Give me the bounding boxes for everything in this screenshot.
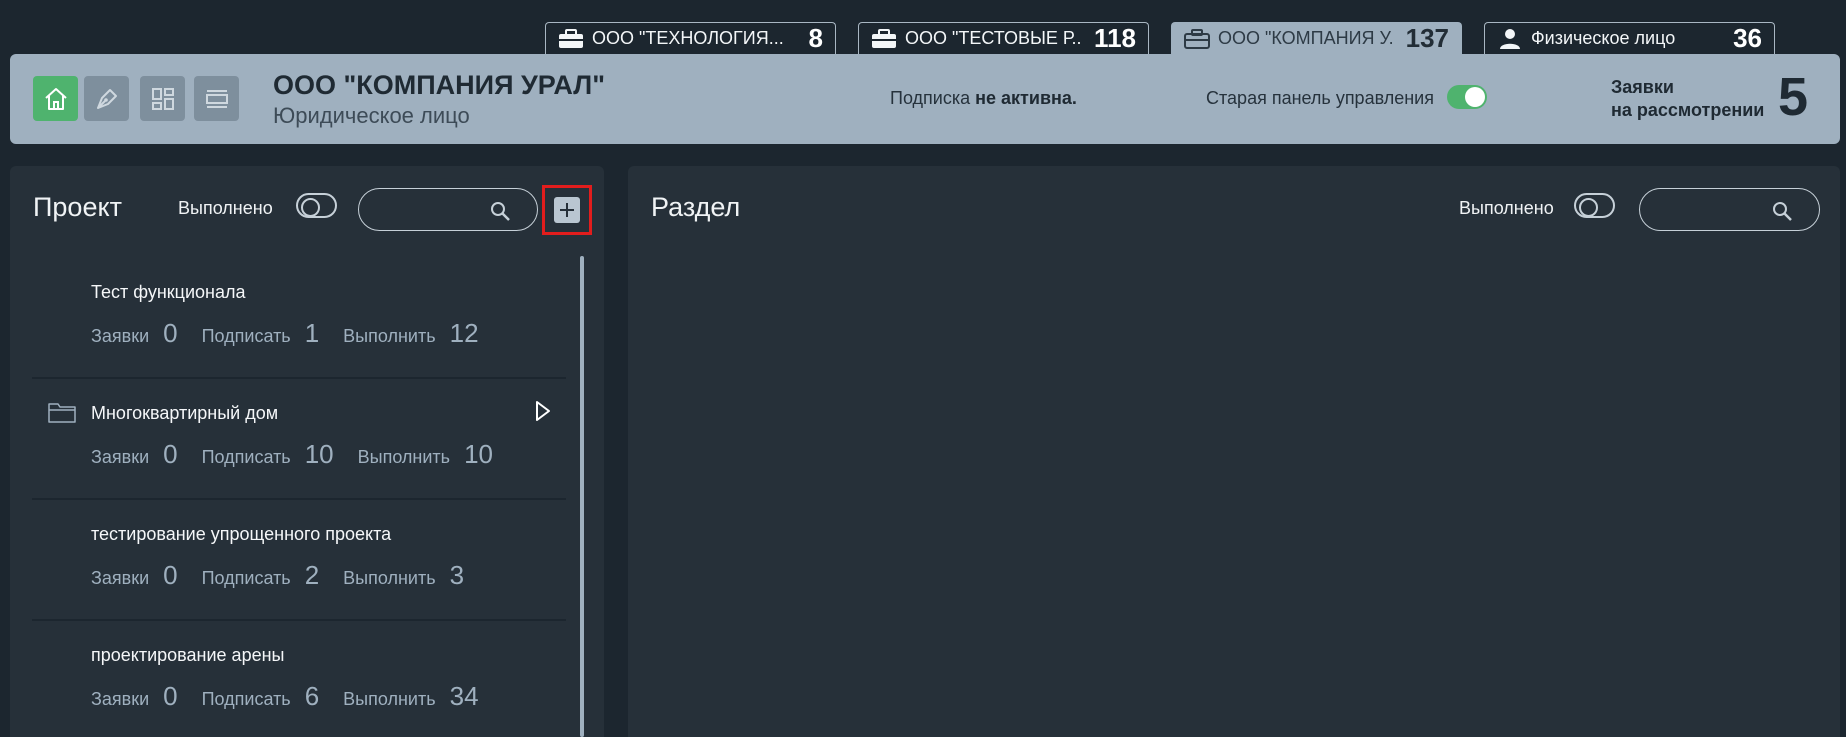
stat-label: Подписать bbox=[201, 326, 291, 346]
stat-label: Выполнить bbox=[343, 568, 436, 588]
stat-value: 10 bbox=[304, 439, 334, 469]
stat-label: Выполнить bbox=[343, 689, 436, 709]
stat-value: 0 bbox=[163, 439, 178, 469]
folder-icon bbox=[47, 400, 77, 429]
section-panel-title: Раздел bbox=[651, 192, 741, 222]
tab-account-1[interactable]: ООО "ТЕХНОЛОГИЯ... 8 bbox=[545, 22, 836, 54]
stat-value: 0 bbox=[163, 681, 178, 711]
subscription-label: Подписка bbox=[890, 88, 971, 108]
project-search-input[interactable] bbox=[358, 188, 538, 231]
project-list-scrollbar[interactable] bbox=[580, 256, 584, 737]
tab-count: 118 bbox=[1094, 23, 1136, 53]
stat-value: 3 bbox=[449, 560, 465, 590]
stat-label: Подписать bbox=[201, 689, 291, 709]
project-stats: Заявки 0 Подписать 2 Выполнить 3 bbox=[91, 560, 488, 592]
stat-label: Заявки bbox=[91, 447, 150, 467]
stat-value: 6 bbox=[304, 681, 320, 711]
stat-value: 0 bbox=[163, 560, 178, 590]
dashboard-icon bbox=[151, 87, 174, 110]
project-name: Многоквартирный дом bbox=[91, 403, 279, 423]
tab-label: ООО "ТЕХНОЛОГИЯ... bbox=[592, 28, 784, 48]
tab-label: ООО "ТЕСТОВЫЕ Р... bbox=[905, 28, 1081, 48]
requests-line2: на рассмотрении bbox=[1611, 100, 1765, 120]
old-panel-label: Старая панель управления bbox=[1206, 88, 1434, 108]
project-name: проектирование арены bbox=[91, 645, 285, 665]
project-panel-title: Проект bbox=[33, 192, 122, 222]
project-item[interactable]: Тест функционала Заявки 0 Подписать 1 Вы… bbox=[32, 258, 566, 379]
company-info: ООО "КОМПАНИЯ УРАЛ" Юридическое лицо bbox=[273, 70, 605, 129]
tab-label: ООО "КОМПАНИЯ У... bbox=[1218, 28, 1392, 48]
subscription-value: не активна. bbox=[975, 88, 1077, 108]
done-filter-toggle[interactable] bbox=[296, 193, 337, 218]
stat-value: 1 bbox=[304, 318, 320, 348]
project-stats: Заявки 0 Подписать 6 Выполнить 34 bbox=[91, 681, 503, 713]
stat-label: Заявки bbox=[91, 689, 150, 709]
project-name: тестирование упрощенного проекта bbox=[91, 524, 392, 544]
company-name: ООО "КОМПАНИЯ УРАЛ" bbox=[273, 70, 606, 100]
subscription-status: Подписка не активна. bbox=[890, 88, 1077, 109]
done-filter-toggle[interactable] bbox=[1574, 193, 1615, 218]
stat-value: 0 bbox=[163, 318, 178, 348]
home-button[interactable] bbox=[33, 76, 78, 121]
stat-label: Подписать bbox=[201, 568, 291, 588]
briefcase-icon bbox=[1184, 28, 1210, 50]
project-item[interactable]: тестирование упрощенного проекта Заявки … bbox=[32, 500, 566, 621]
old-panel-toggle[interactable] bbox=[1447, 85, 1487, 109]
company-header: ООО "КОМПАНИЯ УРАЛ" Юридическое лицо Под… bbox=[10, 54, 1840, 144]
add-project-button[interactable] bbox=[542, 185, 592, 235]
tab-count: 8 bbox=[808, 23, 823, 53]
section-panel: Раздел Выполнено bbox=[628, 166, 1840, 737]
tab-label: Физическое лицо bbox=[1531, 28, 1676, 48]
person-icon bbox=[1497, 28, 1523, 50]
account-tabs: ООО "ТЕХНОЛОГИЯ... 8 ООО "ТЕСТОВЫЕ Р... … bbox=[545, 22, 1775, 54]
stat-label: Заявки bbox=[91, 568, 150, 588]
project-stats: Заявки 0 Подписать 10 Выполнить 10 bbox=[91, 439, 517, 471]
section-search-input[interactable] bbox=[1639, 188, 1820, 231]
briefcase-icon bbox=[558, 28, 584, 50]
dashboard-button[interactable] bbox=[140, 76, 185, 121]
stat-label: Заявки bbox=[91, 326, 150, 346]
plus-icon bbox=[554, 197, 580, 223]
tab-count: 36 bbox=[1733, 23, 1762, 53]
pending-requests-count[interactable]: 5 bbox=[1778, 66, 1808, 128]
tab-account-2[interactable]: ООО "ТЕСТОВЫЕ Р... 118 bbox=[858, 22, 1149, 54]
stat-label: Подписать bbox=[201, 447, 291, 467]
done-filter-label: Выполнено bbox=[1459, 198, 1554, 218]
project-name: Тест функционала bbox=[91, 282, 246, 302]
briefcase-icon bbox=[871, 28, 897, 50]
stat-label: Выполнить bbox=[343, 326, 436, 346]
stat-value: 10 bbox=[464, 439, 493, 469]
sign-button[interactable] bbox=[84, 76, 129, 121]
project-stats: Заявки 0 Подписать 1 Выполнить 12 bbox=[91, 318, 503, 350]
stat-value: 34 bbox=[449, 681, 479, 711]
pending-requests-label: Заявки на рассмотрении bbox=[1611, 76, 1764, 122]
panels-icon bbox=[205, 89, 228, 108]
done-filter-label: Выполнено bbox=[178, 198, 273, 218]
list-view-button[interactable] bbox=[194, 76, 239, 121]
search-icon bbox=[1771, 200, 1793, 227]
stat-value: 12 bbox=[449, 318, 479, 348]
stat-value: 2 bbox=[304, 560, 320, 590]
home-icon bbox=[44, 87, 67, 110]
project-item[interactable]: Многоквартирный дом Заявки 0 Подписать 1… bbox=[32, 379, 566, 500]
tab-account-3[interactable]: ООО "КОМПАНИЯ У... 137 bbox=[1171, 22, 1462, 54]
company-type: Юридическое лицо bbox=[273, 103, 470, 128]
search-icon bbox=[489, 200, 511, 227]
requests-line1: Заявки bbox=[1611, 77, 1674, 97]
pen-nib-icon bbox=[96, 88, 117, 109]
project-list: Тест функционала Заявки 0 Подписать 1 Вы… bbox=[32, 258, 566, 737]
tab-account-4[interactable]: Физическое лицо 36 bbox=[1484, 22, 1775, 54]
project-item[interactable]: проектирование арены Заявки 0 Подписать … bbox=[32, 621, 566, 737]
project-panel: Проект Выполнено Тест функционала Заявки… bbox=[10, 166, 604, 737]
tab-count: 137 bbox=[1405, 23, 1449, 53]
stat-label: Выполнить bbox=[357, 447, 451, 467]
play-arrow-icon[interactable] bbox=[534, 400, 552, 427]
